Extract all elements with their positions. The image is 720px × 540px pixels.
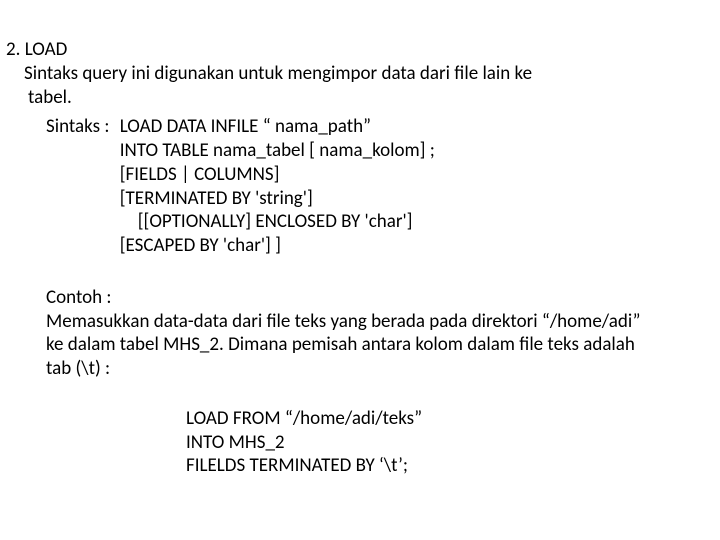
syntax-line-2: INTO TABLE nama_tabel [ nama_kolom] ; xyxy=(120,139,435,163)
slide-page: 2. LOAD Sintaks query ini digunakan untu… xyxy=(0,0,720,478)
syntax-line-5: [[OPTIONALLY] ENCLOSED BY 'char'] xyxy=(138,210,435,234)
heading-num: 2. LOAD xyxy=(6,38,714,62)
contoh-p1: Memasukkan data-data dari file teks yang… xyxy=(46,310,714,334)
syntax-line-3: [FIELDS | COLUMNS] xyxy=(120,163,435,187)
contoh-p2: ke dalam tabel MHS_2. Dimana pemisah ant… xyxy=(46,333,714,357)
example-code: LOAD FROM “/home/adi/teks” INTO MHS_2 FI… xyxy=(186,407,714,478)
heading-desc-2: tabel. xyxy=(28,86,714,110)
syntax-block: Sintaks : LOAD DATA INFILE “ nama_path” … xyxy=(46,115,714,258)
example-intro: Contoh : Memasukkan data-data dari file … xyxy=(46,286,714,381)
heading-desc-1: Sintaks query ini digunakan untuk mengim… xyxy=(24,62,714,86)
example-line-1: LOAD FROM “/home/adi/teks” xyxy=(186,407,714,431)
syntax-body: LOAD DATA INFILE “ nama_path” INTO TABLE… xyxy=(120,115,435,258)
contoh-p3: tab (\t) : xyxy=(46,357,714,381)
syntax-line-4: [TERMINATED BY 'string'] xyxy=(120,187,435,211)
example-line-3: FILELDS TERMINATED BY ‘\t’; xyxy=(186,454,714,478)
syntax-label: Sintaks : xyxy=(46,115,109,139)
syntax-line-6: [ESCAPED BY 'char'] ] xyxy=(120,234,435,258)
syntax-line-1: LOAD DATA INFILE “ nama_path” xyxy=(120,115,435,139)
contoh-label: Contoh : xyxy=(46,286,714,310)
example-line-2: INTO MHS_2 xyxy=(186,431,714,455)
